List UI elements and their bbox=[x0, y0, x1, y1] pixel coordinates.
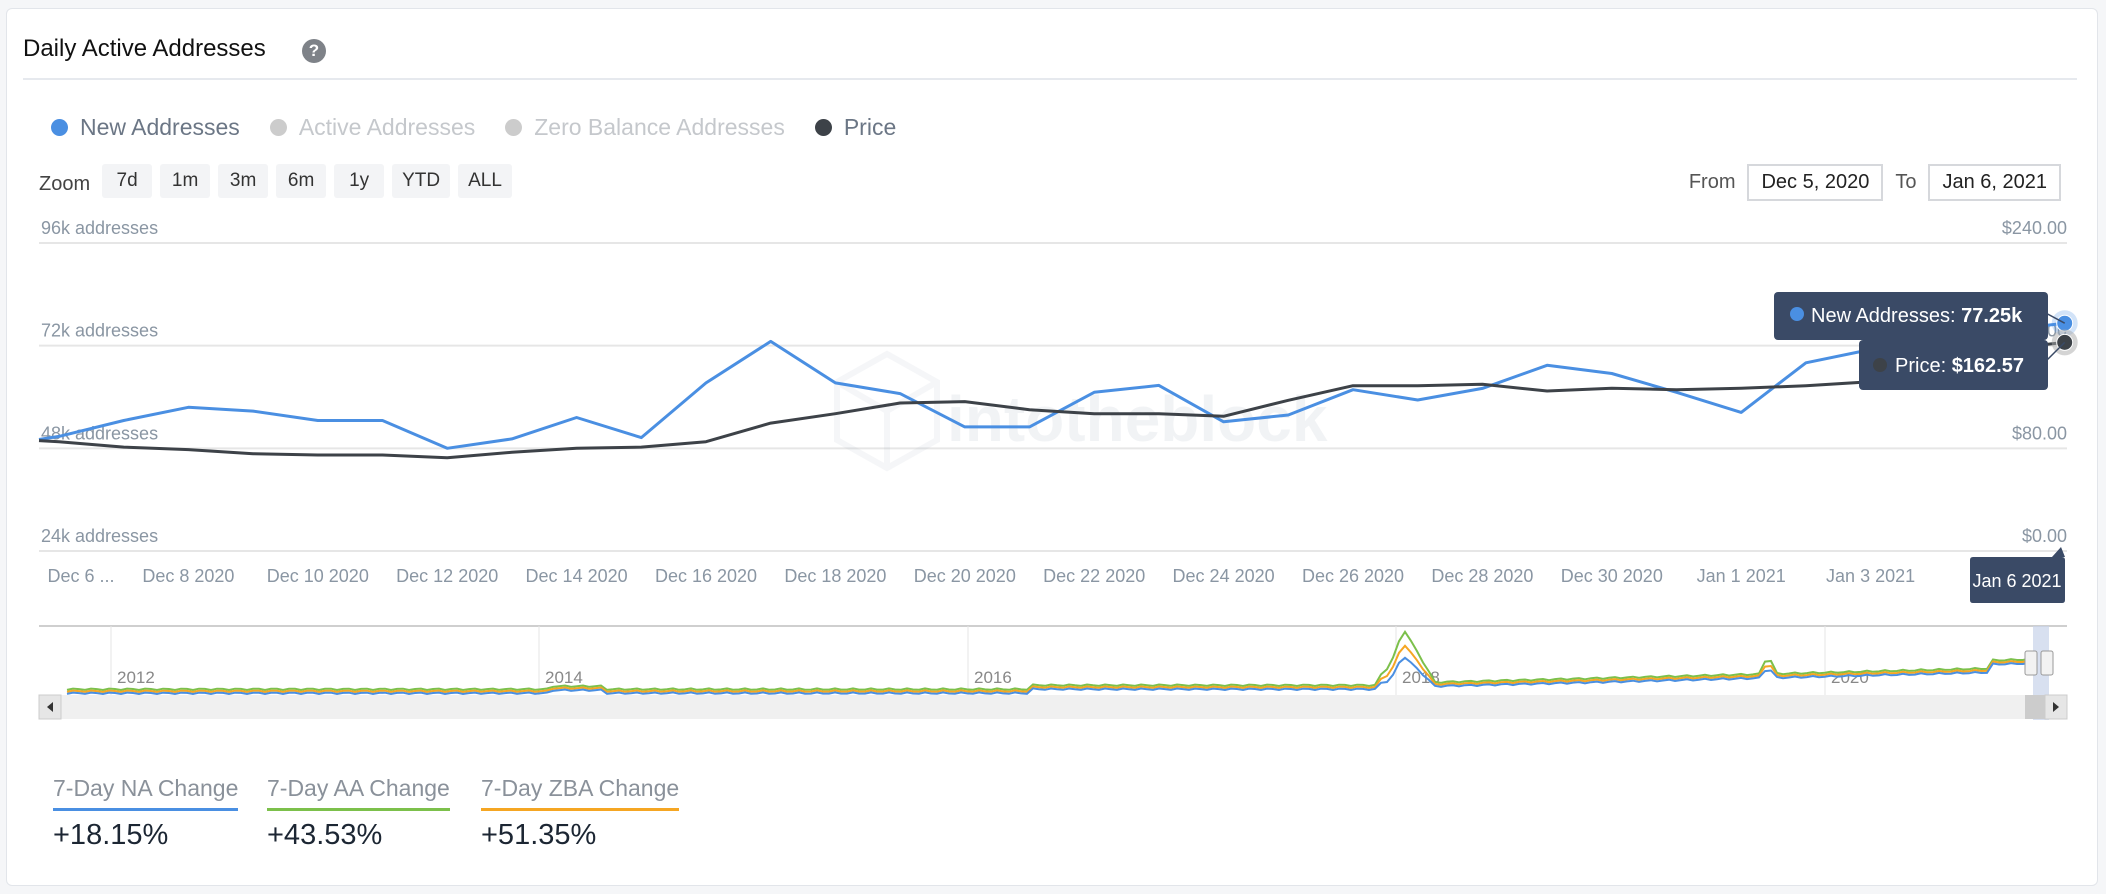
tooltip-new-addresses-text: New Addresses: 77.25k bbox=[1811, 305, 2023, 327]
stat-aa-change: 7-Day AA Change +43.53% bbox=[267, 775, 457, 852]
y-tick-label-right: $240.00 bbox=[2002, 218, 2067, 238]
x-tick-label: Dec 6 ... bbox=[47, 566, 114, 586]
x-tick-label: Jan 3 2021 bbox=[1826, 566, 1915, 586]
tooltip-dot-icon bbox=[1790, 307, 1804, 321]
navigator: 2012 2014 2016 2018 2020 bbox=[38, 625, 2068, 720]
watermark-cube-lines bbox=[835, 379, 939, 468]
x-tick-label: Dec 24 2020 bbox=[1173, 566, 1275, 586]
stat-label: 7-Day ZBA Change bbox=[481, 775, 680, 811]
y-tick-label-left: 72k addresses bbox=[41, 321, 158, 341]
x-tick-label: Dec 22 2020 bbox=[1043, 566, 1145, 586]
x-tick-label: Dec 28 2020 bbox=[1431, 566, 1533, 586]
watermark-text: intotheblock bbox=[947, 383, 1328, 455]
y-tick-label-right: $80.00 bbox=[2012, 423, 2067, 443]
line-chart: intotheblock 24k addresses48k addresses7… bbox=[38, 218, 2078, 720]
x-tick-label: Jan 1 2021 bbox=[1697, 566, 1786, 586]
stat-zba-change: 7-Day ZBA Change +51.35% bbox=[481, 775, 681, 852]
tooltip-value: 77.25k bbox=[1961, 305, 2023, 327]
y-tick-label-left: 24k addresses bbox=[41, 526, 158, 546]
navigator-year-label: 2012 bbox=[117, 668, 155, 687]
y-tick-label-left: 96k addresses bbox=[41, 218, 158, 238]
navigator-year-label: 2016 bbox=[974, 668, 1012, 687]
x-tick-label: Dec 20 2020 bbox=[914, 566, 1016, 586]
navigator-scrollbar-track bbox=[39, 695, 2067, 719]
daily-active-addresses-card: Daily Active Addresses ? New Addresses A… bbox=[6, 8, 2098, 886]
watermark-logo: intotheblock bbox=[834, 350, 1328, 472]
y-tick-label-right: $0.00 bbox=[2022, 526, 2067, 546]
x-tick-label: Dec 26 2020 bbox=[1302, 566, 1404, 586]
navigator-left-handle bbox=[2024, 650, 2038, 676]
stat-value: +18.15% bbox=[53, 819, 169, 851]
tooltip-price-text: Price: $162.57 bbox=[1895, 355, 2024, 377]
navigator-active-addresses-line bbox=[66, 629, 2036, 692]
date-tooltip-text: Jan 6 2021 bbox=[1972, 571, 2061, 591]
x-tick-label: Dec 16 2020 bbox=[655, 566, 757, 586]
stat-na-change: 7-Day NA Change +18.15% bbox=[53, 775, 243, 852]
x-tick-label: Dec 30 2020 bbox=[1561, 566, 1663, 586]
stat-value: +51.35% bbox=[481, 819, 597, 851]
tooltip-dot-icon bbox=[1873, 358, 1887, 372]
x-tick-label: Dec 14 2020 bbox=[526, 566, 628, 586]
tooltip-label: Price: bbox=[1895, 355, 1952, 377]
tooltip-label: New Addresses: bbox=[1811, 305, 1961, 327]
x-axis: Dec 6 ... Dec 8 2020 Dec 10 2020 Dec 12 202… bbox=[47, 566, 2017, 586]
stat-value: +43.53% bbox=[267, 819, 383, 851]
x-tick-label: Dec 18 2020 bbox=[784, 566, 886, 586]
stat-label: 7-Day AA Change bbox=[267, 775, 450, 811]
stats-row: 7-Day NA Change +18.15% 7-Day AA Change … bbox=[53, 775, 681, 852]
y-axis-left: 24k addresses48k addresses72k addresses9… bbox=[41, 218, 158, 546]
x-tick-label: Dec 8 2020 bbox=[142, 566, 234, 586]
tooltip-value: $162.57 bbox=[1952, 355, 2024, 377]
stat-label: 7-Day NA Change bbox=[53, 775, 239, 811]
navigator-year-label: 2014 bbox=[545, 668, 583, 687]
x-tick-label: Dec 12 2020 bbox=[396, 566, 498, 586]
x-tick-label: Dec 10 2020 bbox=[267, 566, 369, 586]
navigator-right-handle bbox=[2040, 650, 2054, 676]
